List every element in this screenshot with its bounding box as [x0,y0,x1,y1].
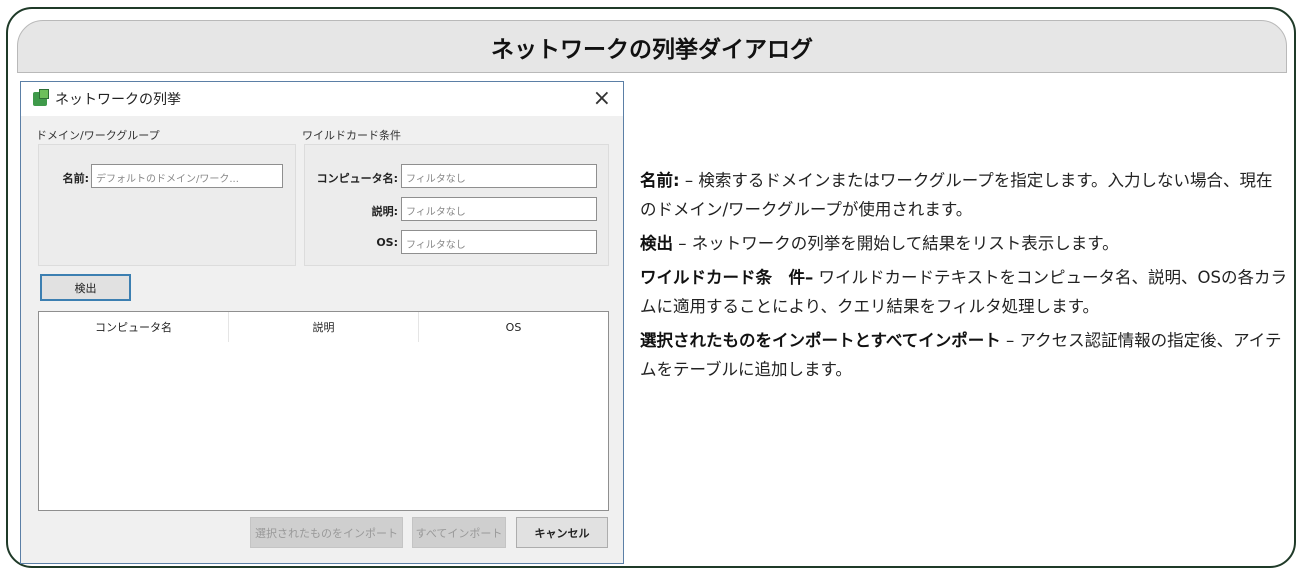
column-header-description[interactable]: 説明 [229,312,419,342]
network-app-icon [33,89,49,106]
import-all-button[interactable]: すべてインポート [412,517,506,548]
description-filter-input[interactable]: フィルタなし [401,197,597,221]
close-icon[interactable]: × [593,86,611,111]
results-table[interactable]: コンピュータ名 説明 OS [38,311,609,511]
term: 検出 [640,234,673,253]
description-search: 検出 – ネットワークの列挙を開始して結果をリスト表示します。 [640,229,1288,258]
enumerate-network-dialog: ネットワークの列挙 × ドメイン/ワークグループ 名前: デフォルトのドメイン/… [20,81,624,564]
domain-group: ドメイン/ワークグループ [36,129,296,266]
description-label: 説明: [371,205,398,218]
banner-title: ネットワークの列挙ダイアログ [491,36,813,63]
os-filter-input[interactable]: フィルタなし [401,230,597,254]
table-header: コンピュータ名 説明 OS [39,312,608,342]
wildcard-group-legend: ワイルドカード条件 [302,129,401,142]
description-panel: 名前: – 検索するドメインまたはワークグループを指定します。入力しない場合、現… [640,166,1288,389]
domain-name-input[interactable]: デフォルトのドメイン/ワーク... [91,164,283,188]
dialog-title: ネットワークの列挙 [55,92,181,108]
term: ワイルドカード条 件– [640,268,814,287]
cancel-button[interactable]: キャンセル [516,517,608,548]
import-selected-button[interactable]: 選択されたものをインポート [250,517,403,548]
name-label: 名前: [62,172,89,185]
term-text: – 検索するドメインまたはワークグループを指定します。入力しない場合、現在のドメ… [640,171,1273,219]
column-header-os[interactable]: OS [419,312,608,342]
os-label: OS: [376,236,398,249]
dialog-titlebar: ネットワークの列挙 × [21,82,623,116]
banner: ネットワークの列挙ダイアログ [17,20,1287,73]
term: 名前: [640,171,680,190]
description-name: 名前: – 検索するドメインまたはワークグループを指定します。入力しない場合、現… [640,166,1288,224]
domain-group-legend: ドメイン/ワークグループ [36,129,160,142]
column-header-computer-name[interactable]: コンピュータ名 [39,312,229,342]
term: 選択されたものをインポートとすべてインポート [640,331,1001,350]
computer-name-label: コンピュータ名: [316,172,398,185]
description-import: 選択されたものをインポートとすべてインポート – アクセス認証情報の指定後、アイ… [640,326,1288,384]
description-wildcard: ワイルドカード条 件– ワイルドカードテキストをコンピュータ名、説明、OSの各カ… [640,263,1288,321]
computer-name-filter-input[interactable]: フィルタなし [401,164,597,188]
term-text: – ネットワークの列挙を開始して結果をリスト表示します。 [673,234,1119,253]
search-button[interactable]: 検出 [40,274,131,301]
